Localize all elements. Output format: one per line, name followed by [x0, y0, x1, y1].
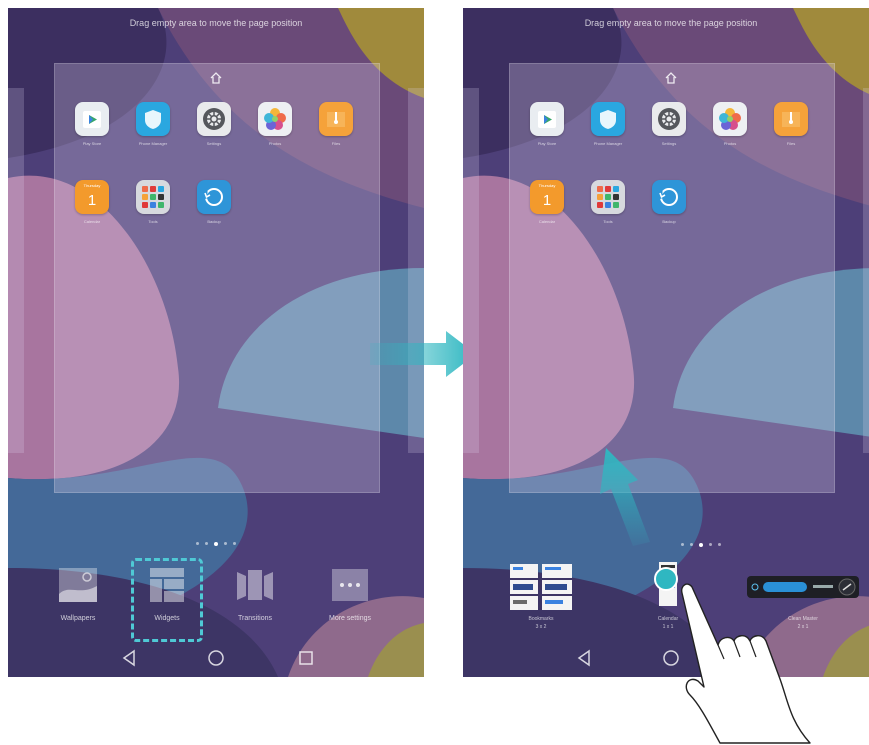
home-page-icon[interactable]	[663, 70, 679, 86]
app-play-store[interactable]: Play Store	[527, 102, 567, 146]
recents-button-icon[interactable]	[295, 647, 317, 669]
back-button-icon[interactable]	[573, 647, 595, 669]
home-page-preview[interactable]: Play Store Phone Manager Settings Photos…	[54, 63, 380, 493]
app-settings[interactable]: Settings	[194, 102, 234, 146]
app-tools-folder[interactable]: Tools	[588, 180, 628, 224]
page-indicator	[493, 536, 869, 554]
home-page-icon[interactable]	[208, 70, 224, 86]
left-screenshot: Drag empty area to move the page positio…	[8, 8, 424, 677]
photos-icon	[258, 102, 292, 136]
page-indicator	[8, 535, 424, 553]
previous-page-preview[interactable]	[463, 88, 479, 453]
calendar-icon: Thursday 1	[530, 180, 564, 214]
files-icon	[319, 102, 353, 136]
more-settings-icon	[332, 569, 368, 601]
tools-folder-icon	[136, 180, 170, 214]
app-calendar[interactable]: Thursday 1 Calendar	[527, 180, 567, 224]
calendar-icon: Thursday 1	[75, 180, 109, 214]
app-calendar[interactable]: Thursday 1 Calendar	[72, 180, 112, 224]
app-play-store[interactable]: Play Store	[72, 102, 112, 146]
widget-bookmarks-label: Bookmarks	[528, 616, 554, 622]
widget-bookmarks[interactable]	[510, 564, 572, 615]
app-files[interactable]: Files	[771, 102, 811, 146]
app-tools-folder[interactable]: Tools	[133, 180, 173, 224]
app-backup[interactable]: Backup	[649, 180, 689, 224]
phone-manager-icon	[591, 102, 625, 136]
drag-direction-arrow-icon	[600, 448, 650, 546]
settings-icon	[197, 102, 231, 136]
files-icon	[774, 102, 808, 136]
home-page-preview[interactable]: Play Store Phone Manager Settings Photos…	[509, 63, 835, 493]
app-phone-manager[interactable]: Phone Manager	[133, 102, 173, 146]
wallpapers-button[interactable]: Wallpapers	[36, 566, 120, 622]
widget-bookmarks-size: 3 x 2	[535, 624, 547, 630]
backup-icon	[197, 180, 231, 214]
navigation-bar	[8, 639, 424, 677]
drag-hint: Drag empty area to move the page positio…	[129, 18, 303, 28]
transitions-button[interactable]: Transitions	[213, 566, 297, 622]
photos-icon	[713, 102, 747, 136]
next-step-arrow-icon	[370, 331, 476, 377]
transitions-icon	[237, 570, 273, 600]
next-page-preview[interactable]	[408, 88, 424, 453]
previous-page-preview[interactable]	[8, 88, 24, 453]
play-store-icon	[75, 102, 109, 136]
backup-icon	[652, 180, 686, 214]
tools-folder-icon	[591, 180, 625, 214]
app-photos[interactable]: Photos	[255, 102, 295, 146]
phone-manager-icon	[136, 102, 170, 136]
app-backup[interactable]: Backup	[194, 180, 234, 224]
back-button-icon[interactable]	[118, 647, 140, 669]
play-store-icon	[530, 102, 564, 136]
settings-icon	[652, 102, 686, 136]
pointing-hand-icon	[680, 583, 811, 744]
drag-hint: Drag empty area to move the page positio…	[584, 18, 758, 28]
app-phone-manager[interactable]: Phone Manager	[588, 102, 628, 146]
wallpapers-icon	[59, 568, 97, 602]
app-photos[interactable]: Photos	[710, 102, 750, 146]
app-files[interactable]: Files	[316, 102, 356, 146]
home-button-icon[interactable]	[205, 647, 227, 669]
next-page-preview[interactable]	[863, 88, 869, 453]
more-settings-button[interactable]: More settings	[308, 566, 392, 622]
app-settings[interactable]: Settings	[649, 102, 689, 146]
widgets-highlight-box	[131, 558, 203, 642]
